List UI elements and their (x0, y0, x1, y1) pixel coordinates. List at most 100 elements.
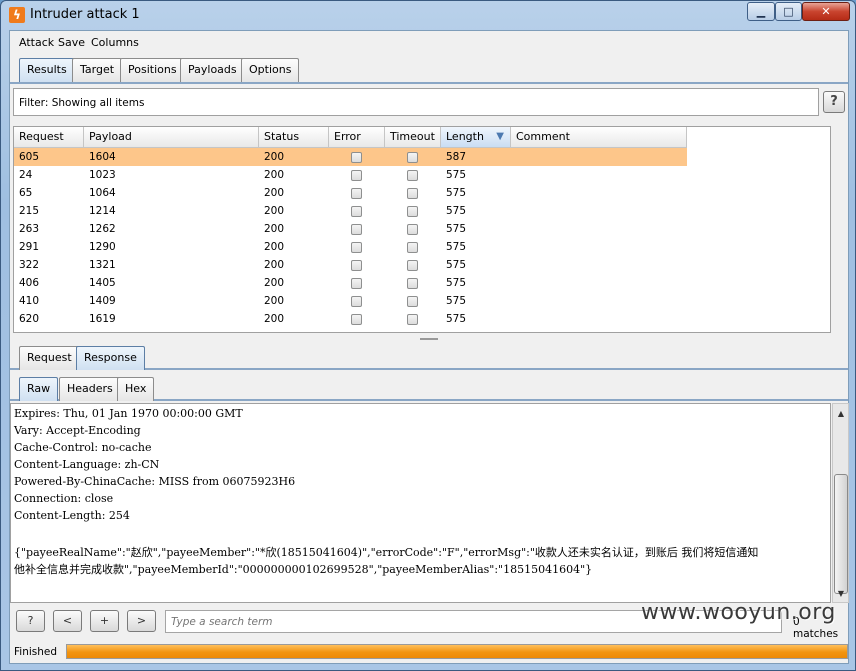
error-checkbox[interactable] (351, 206, 362, 217)
table-row[interactable]: 406 1405 200 575 (14, 274, 687, 292)
error-checkbox[interactable] (351, 152, 362, 163)
error-checkbox[interactable] (351, 224, 362, 235)
col-timeout[interactable]: Timeout (385, 127, 441, 148)
timeout-checkbox[interactable] (407, 296, 418, 307)
cell-payload: 1321 (89, 259, 116, 271)
window-title: Intruder attack 1 (30, 7, 140, 22)
table-row[interactable]: 24 1023 200 575 (14, 166, 687, 184)
error-checkbox[interactable] (351, 188, 362, 199)
timeout-checkbox[interactable] (407, 152, 418, 163)
minimize-button[interactable]: ▁ (747, 2, 775, 21)
cell-status: 200 (264, 241, 285, 253)
maximize-button[interactable]: □ (775, 2, 802, 21)
cell-payload: 1405 (89, 277, 116, 289)
cell-status: 200 (264, 295, 285, 307)
table-row[interactable]: 410 1409 200 575 (14, 292, 687, 310)
table-row[interactable]: 620 1619 200 575 (14, 310, 687, 328)
response-scrollbar[interactable]: ▲ ▼ (832, 403, 849, 603)
table-row[interactable]: 65 1064 200 575 (14, 184, 687, 202)
error-checkbox[interactable] (351, 296, 362, 307)
error-checkbox[interactable] (351, 278, 362, 289)
tab-results[interactable]: Results (19, 58, 75, 82)
col-status[interactable]: Status (259, 127, 329, 148)
burp-lightning-icon: ϟ (9, 7, 25, 23)
cell-comment (511, 184, 516, 202)
timeout-checkbox[interactable] (407, 170, 418, 181)
cell-status: 200 (264, 187, 285, 199)
filter-bar[interactable]: Filter: Showing all items (13, 88, 819, 116)
cell-request: 291 (19, 241, 40, 253)
cell-payload: 1604 (89, 151, 116, 163)
error-checkbox[interactable] (351, 260, 362, 271)
cell-status: 200 (264, 259, 285, 271)
close-button[interactable]: ✕ (802, 2, 850, 21)
col-comment[interactable]: Comment (511, 127, 687, 148)
tab-headers[interactable]: Headers (59, 377, 121, 401)
table-row[interactable]: 263 1262 200 575 (14, 220, 687, 238)
timeout-checkbox[interactable] (407, 260, 418, 271)
timeout-checkbox[interactable] (407, 188, 418, 199)
response-line: Powered-By-ChinaCache: MISS from 0607592… (14, 475, 296, 488)
cell-payload: 1409 (89, 295, 116, 307)
cell-length: 575 (446, 313, 467, 325)
filter-value: Showing all items (51, 97, 145, 109)
table-row[interactable]: 291 1290 200 575 (14, 238, 687, 256)
col-request[interactable]: Request (14, 127, 84, 148)
timeout-checkbox[interactable] (407, 242, 418, 253)
cell-request: 605 (19, 151, 40, 163)
table-row[interactable]: 322 1321 200 575 (14, 256, 687, 274)
search-next-button[interactable]: > (127, 610, 156, 632)
timeout-checkbox[interactable] (407, 224, 418, 235)
col-error[interactable]: Error (329, 127, 385, 148)
resp-scroll-down-icon[interactable]: ▼ (835, 587, 847, 601)
cell-request: 215 (19, 205, 40, 217)
menu-columns[interactable]: Columns (91, 36, 139, 49)
timeout-checkbox[interactable] (407, 206, 418, 217)
timeout-checkbox[interactable] (407, 314, 418, 325)
tab-response[interactable]: Response (76, 346, 145, 370)
cell-request: 65 (19, 187, 33, 199)
cell-payload: 1262 (89, 223, 116, 235)
view-tabs: Raw Headers Hex (10, 375, 848, 401)
tab-options[interactable]: Options (241, 58, 300, 82)
col-length[interactable]: Length ▼ (441, 127, 511, 148)
response-line: Cache-Control: no-cache (14, 441, 152, 454)
tab-request[interactable]: Request (19, 346, 80, 370)
table-header: Request Payload Status Error Timeout Len… (14, 127, 687, 148)
error-checkbox[interactable] (351, 170, 362, 181)
title-bar[interactable]: ϟ Intruder attack 1 ▁ □ ✕ (1, 1, 856, 29)
cell-comment (511, 310, 516, 328)
splitter-grip[interactable] (420, 338, 438, 340)
resp-scroll-thumb[interactable] (834, 474, 848, 594)
timeout-checkbox[interactable] (407, 278, 418, 289)
tab-hex[interactable]: Hex (117, 377, 155, 401)
cell-request: 410 (19, 295, 40, 307)
table-row[interactable]: 215 1214 200 575 (14, 202, 687, 220)
error-checkbox[interactable] (351, 242, 362, 253)
cell-length: 575 (446, 277, 467, 289)
cell-comment (511, 256, 516, 274)
tab-target[interactable]: Target (72, 58, 123, 82)
cell-comment (511, 166, 516, 184)
cell-comment (511, 274, 516, 292)
menu-attack[interactable]: Attack (19, 36, 54, 49)
tab-raw[interactable]: Raw (19, 377, 59, 401)
tab-payloads[interactable]: Payloads (180, 58, 245, 82)
error-checkbox[interactable] (351, 314, 362, 325)
search-prev-button[interactable]: < (53, 610, 82, 632)
col-payload[interactable]: Payload (84, 127, 259, 148)
cell-length: 575 (446, 187, 467, 199)
resp-scroll-up-icon[interactable]: ▲ (835, 407, 847, 421)
tab-positions[interactable]: Positions (120, 58, 185, 82)
pane-splitter[interactable] (10, 336, 848, 342)
search-add-button[interactable]: + (90, 610, 119, 632)
table-row[interactable]: 605 1604 200 587 (14, 148, 687, 166)
response-line: Expires: Thu, 01 Jan 1970 00:00:00 GMT (14, 407, 243, 420)
progress-fill (67, 645, 847, 658)
filter-help-button[interactable]: ? (823, 91, 845, 113)
search-help-button[interactable]: ? (16, 610, 45, 632)
cell-length: 575 (446, 295, 467, 307)
response-text-area[interactable]: Expires: Thu, 01 Jan 1970 00:00:00 GMT Va… (10, 403, 831, 603)
menu-save[interactable]: Save (58, 36, 85, 49)
response-line: {"payeeRealName":"赵欣","payeeMember":"*欣(… (14, 546, 759, 559)
